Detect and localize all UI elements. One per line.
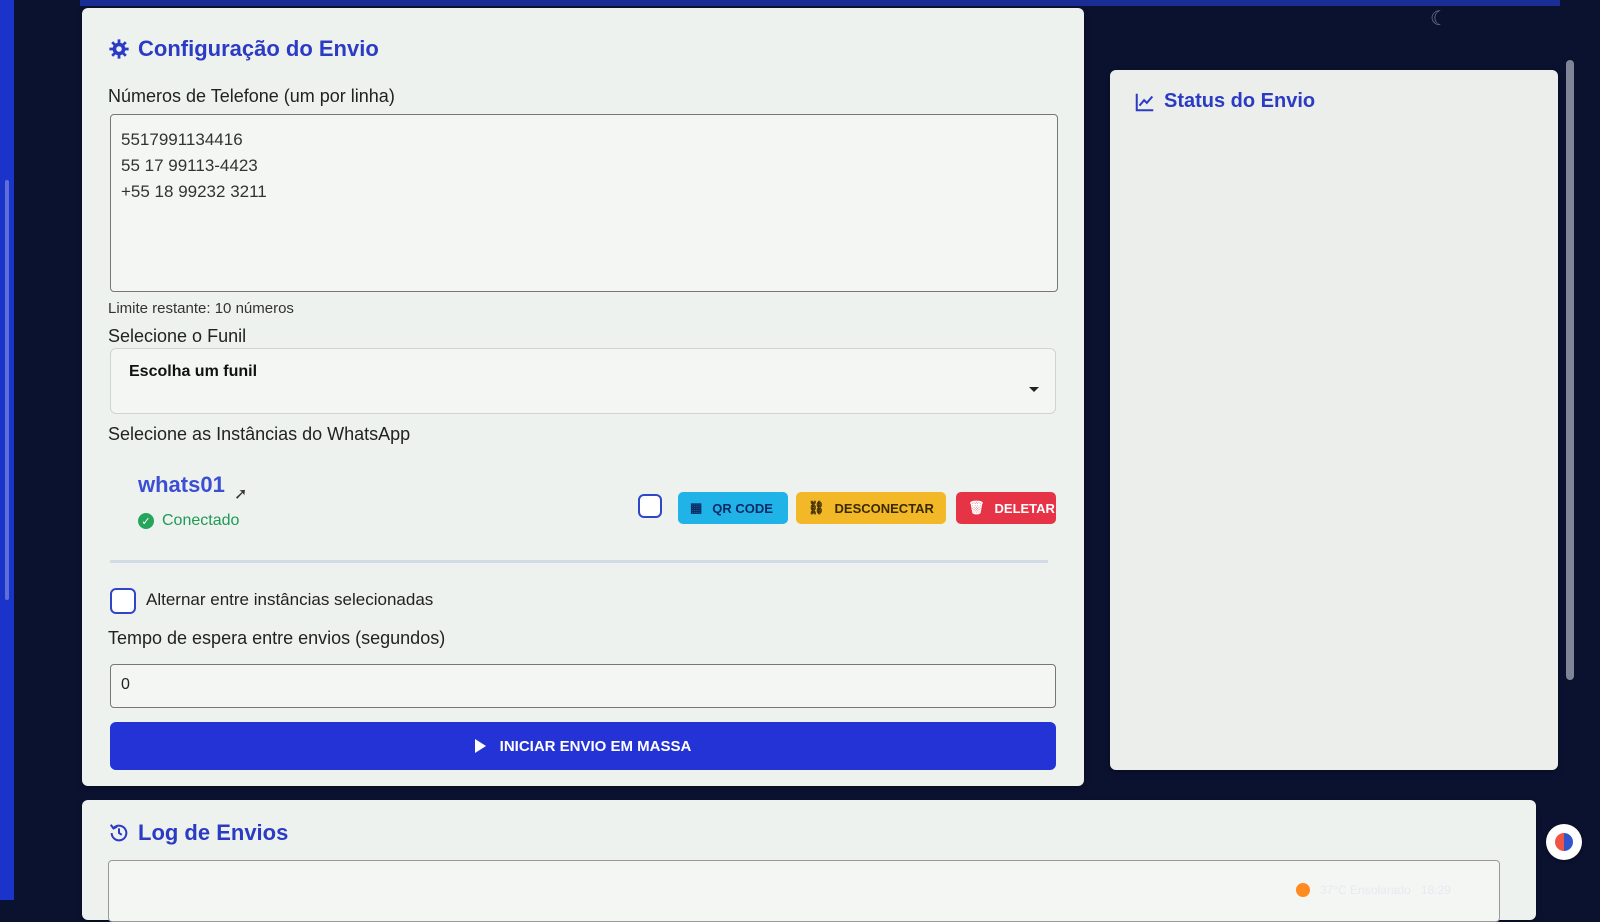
funnel-label: Selecione o Funil	[108, 326, 247, 346]
instance-select-checkbox[interactable]	[638, 494, 662, 518]
instance-item: whats01 ➚ ✓ Conectado ▦ QR CODE ⛓ DESCON…	[110, 456, 1056, 563]
instances-label: Selecione as Instâncias do WhatsApp	[108, 424, 411, 444]
trash-icon: 🗑	[968, 500, 985, 515]
history-icon	[109, 824, 128, 842]
log-card: Log de Envios	[82, 800, 1536, 922]
unlink-icon: ⛓	[808, 500, 825, 515]
phone-line: +55 18 99232 3211	[121, 182, 267, 201]
log-title-text: Log de Envios	[138, 820, 289, 845]
page-scrollbar[interactable]	[1566, 60, 1574, 680]
funnel-select[interactable]: Escolha um funil	[110, 348, 1056, 414]
disconnect-button[interactable]: ⛓ DESCONECTAR	[796, 492, 946, 524]
check-circle-icon: ✓	[138, 513, 154, 529]
instance-status-text: Conectado	[162, 512, 240, 529]
gear-icon	[109, 39, 129, 59]
phone-line: 55 17 99113-4423	[121, 156, 258, 175]
clock-text: 18:29	[1420, 883, 1451, 897]
alternate-instances-checkbox[interactable]	[110, 588, 136, 614]
phones-textarea[interactable]: 5517991134416 55 17 99113-4423 +55 18 99…	[110, 114, 1058, 292]
sidebar-scrollbar[interactable]	[5, 180, 9, 600]
left-sidebar-rail	[0, 0, 14, 900]
qr-code-button[interactable]: ▦ QR CODE	[678, 492, 788, 524]
config-title: Configuração do Envio	[108, 36, 379, 62]
status-card: Status do Envio	[1110, 70, 1558, 770]
phone-line: 5517991134416	[121, 130, 243, 149]
cursor-icon: ➚	[234, 486, 248, 503]
status-title-text: Status do Envio	[1164, 90, 1316, 112]
phones-label: Números de Telefone (um por linha)	[108, 86, 395, 106]
log-title: Log de Envios	[108, 820, 288, 846]
assistant-icon	[1555, 833, 1573, 851]
disconnect-button-label: DESCONECTAR	[834, 500, 934, 516]
alternate-instances-label: Alternar entre instâncias selecionadas	[146, 590, 434, 609]
wait-label: Tempo de espera entre envios (segundos)	[108, 628, 446, 648]
chevron-down-icon	[1029, 387, 1039, 392]
start-mass-send-label: INICIAR ENVIO EM MASSA	[499, 737, 692, 755]
qr-icon: ▦	[690, 500, 703, 515]
qr-code-button-label: QR CODE	[712, 500, 773, 516]
status-title: Status do Envio	[1134, 90, 1315, 113]
config-title-text: Configuração do Envio	[138, 36, 379, 61]
moon-icon[interactable]: ☾	[1430, 8, 1452, 30]
delete-button[interactable]: 🗑 DELETAR	[956, 492, 1056, 524]
instance-status: ✓ Conectado	[138, 512, 239, 530]
instance-name: whats01	[138, 472, 225, 497]
floating-assistant-button[interactable]	[1546, 824, 1582, 860]
config-card: Configuração do Envio Números de Telefon…	[82, 8, 1084, 786]
weather-text: 37°C Ensolarado	[1320, 883, 1411, 897]
wait-seconds-input[interactable]: 0	[110, 664, 1056, 708]
delete-button-label: DELETAR	[994, 500, 1055, 516]
start-mass-send-button[interactable]: INICIAR ENVIO EM MASSA	[110, 722, 1056, 770]
sun-icon	[1296, 883, 1310, 897]
funnel-select-value: Escolha um funil	[129, 363, 258, 380]
chart-line-icon	[1135, 93, 1154, 111]
top-accent-strip	[80, 0, 1560, 6]
os-taskbar: 37°C Ensolarado 18:29	[1280, 880, 1600, 900]
limit-text: Limite restante: 10 números	[108, 300, 294, 317]
play-icon	[474, 739, 486, 753]
